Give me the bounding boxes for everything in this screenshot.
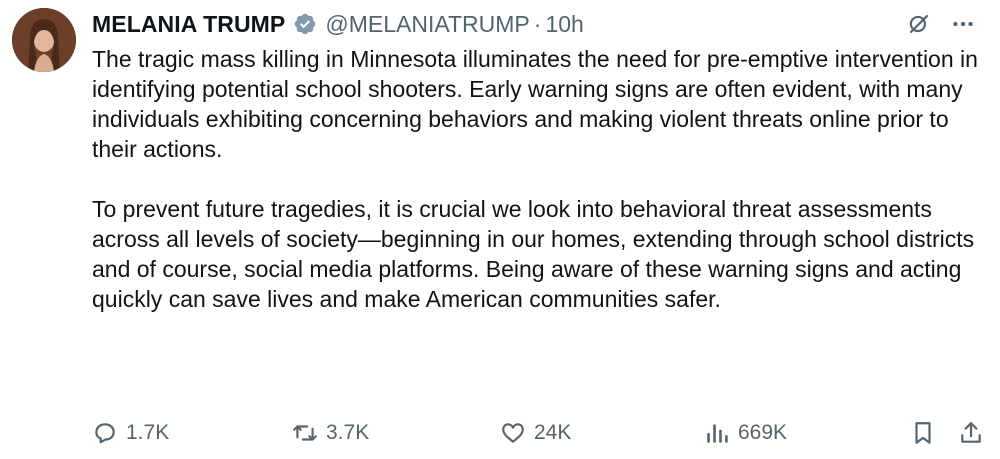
post-time[interactable]: 10h bbox=[545, 11, 583, 38]
share-icon bbox=[961, 422, 981, 443]
view-count: 669K bbox=[738, 421, 788, 444]
more-icon[interactable] bbox=[950, 11, 976, 37]
views-icon bbox=[707, 424, 728, 443]
reply-count: 1.7K bbox=[126, 421, 170, 444]
separator-dot: · bbox=[533, 10, 542, 37]
views-button[interactable]: 669K bbox=[704, 420, 787, 446]
author-name[interactable]: MELANIA TRUMP bbox=[92, 11, 285, 38]
bookmark-icon bbox=[915, 422, 931, 444]
tweet-header: MELANIA TRUMP @MELANIATRUMP · 10h bbox=[92, 8, 980, 40]
heart-icon bbox=[502, 423, 524, 443]
tweet-paragraph: To prevent future tragedies, it is cruci… bbox=[92, 196, 975, 312]
reply-button[interactable]: 1.7K bbox=[92, 420, 169, 446]
tweet-text: The tragic mass killing in Minnesota ill… bbox=[92, 44, 992, 344]
verified-badge-icon bbox=[295, 13, 316, 35]
repost-button[interactable]: 3.7K bbox=[292, 420, 369, 446]
like-button[interactable]: 24K bbox=[500, 420, 571, 446]
repost-icon bbox=[293, 425, 317, 441]
bookmark-button[interactable] bbox=[910, 420, 936, 446]
reply-icon bbox=[95, 423, 115, 444]
action-bar: 1.7K 3.7K 24K 669K bbox=[92, 416, 986, 450]
like-count: 24K bbox=[534, 421, 572, 444]
repost-count: 3.7K bbox=[326, 421, 370, 444]
author-handle[interactable]: @MELANIATRUMP bbox=[325, 11, 529, 38]
share-button[interactable] bbox=[958, 420, 984, 446]
tweet-paragraph: The tragic mass killing in Minnesota ill… bbox=[92, 46, 978, 162]
avatar[interactable] bbox=[12, 8, 76, 72]
grok-icon[interactable] bbox=[906, 11, 932, 37]
